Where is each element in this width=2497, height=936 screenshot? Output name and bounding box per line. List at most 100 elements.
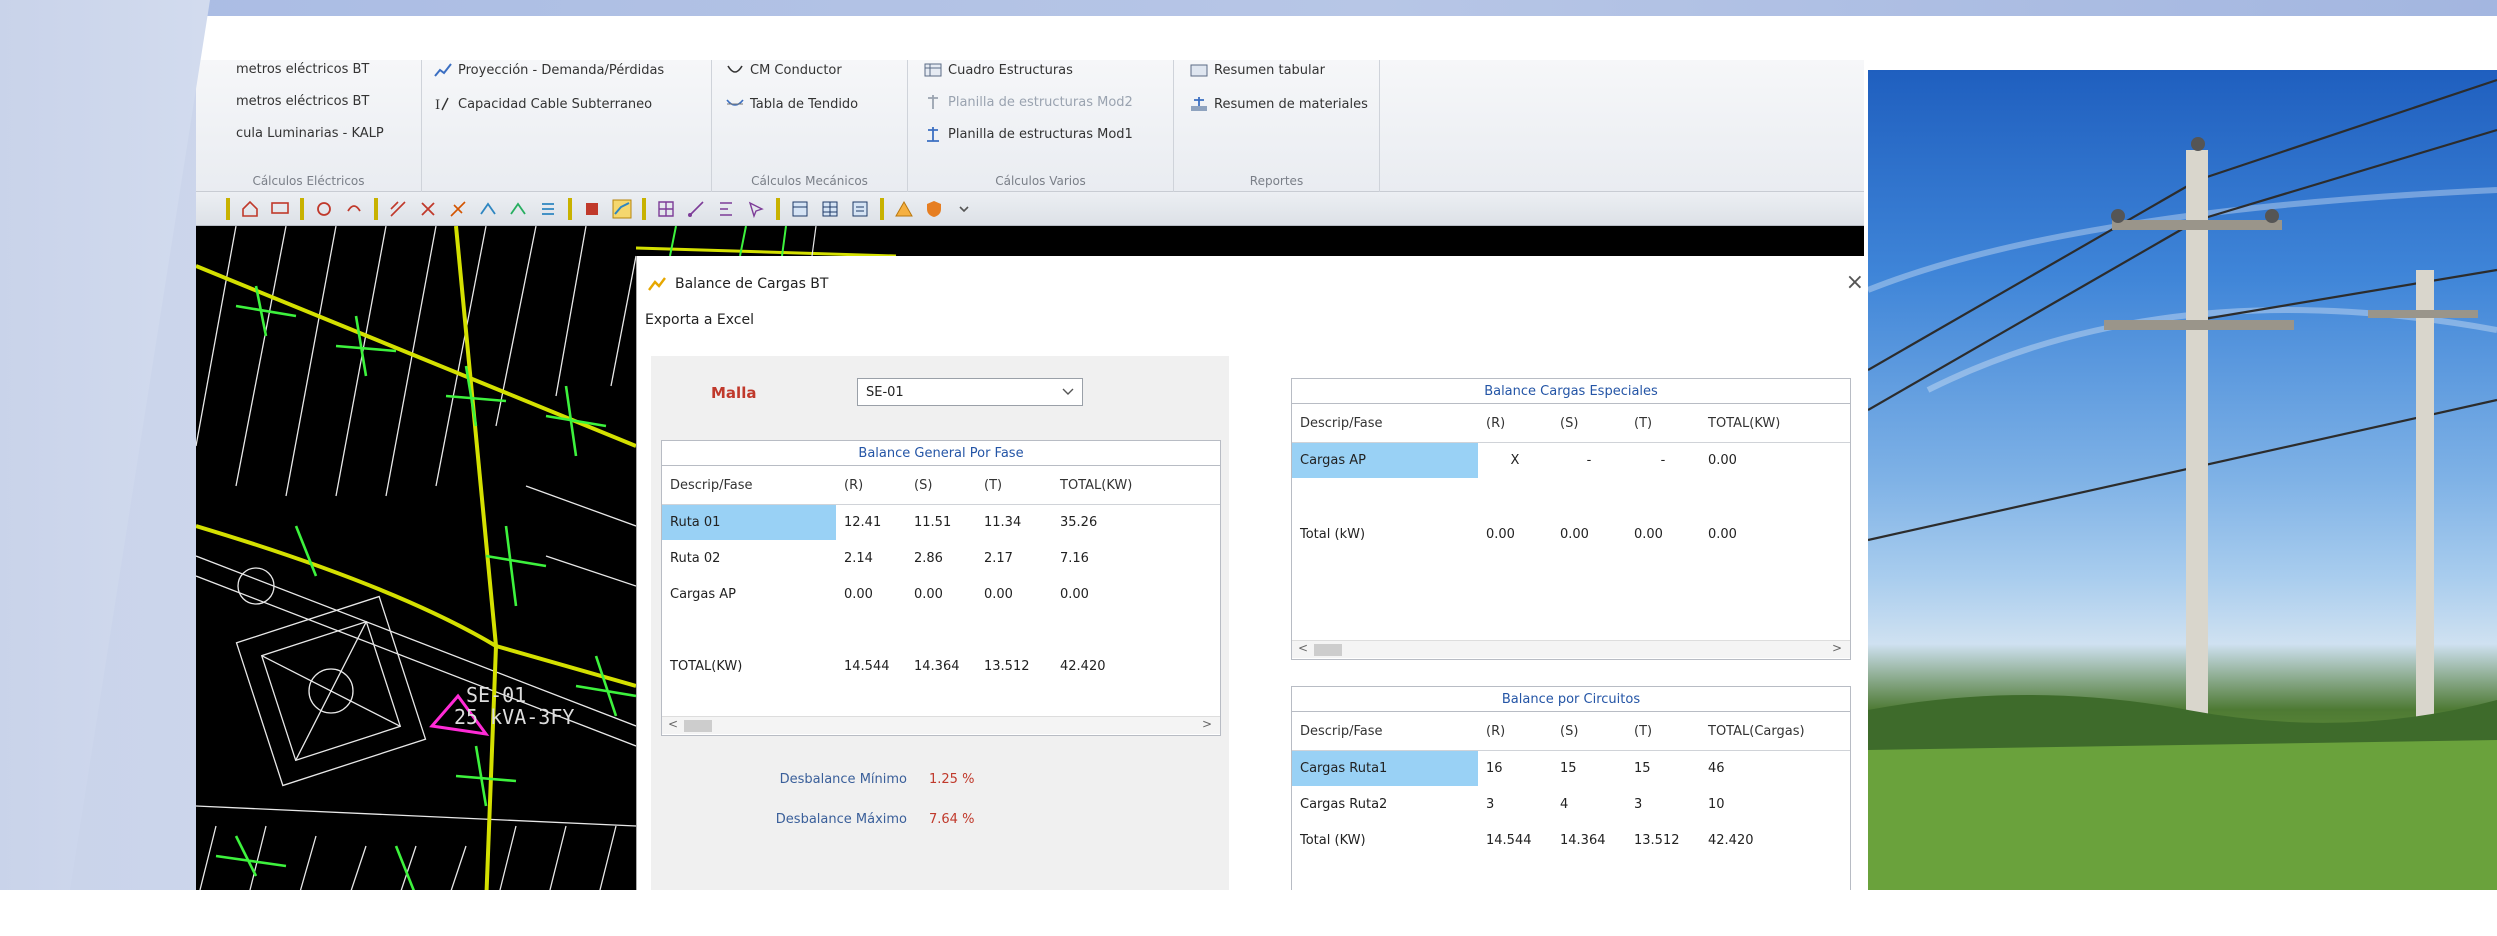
especiales-caption: Balance Cargas Especiales — [1291, 378, 1851, 404]
stop-icon[interactable] — [582, 199, 602, 219]
toolbar-separator — [300, 197, 304, 220]
refresh-icon[interactable] — [314, 199, 334, 219]
svg-text:I: I — [435, 98, 440, 112]
curve-icon — [727, 65, 743, 73]
general-caption: Balance General Por Fase — [661, 440, 1221, 466]
chevron-right-icon[interactable]: > — [1202, 717, 1212, 731]
ribbon-item-capacidad-cable[interactable]: I Capacidad Cable Subterraneo — [434, 96, 652, 113]
toolbar-separator — [374, 197, 378, 220]
ribbon-group-electricos: metros eléctricos BT metros eléctricos B… — [196, 60, 422, 192]
ribbon-item-resumen-tabular[interactable]: Resumen tabular — [1190, 62, 1325, 78]
table-icon[interactable] — [820, 199, 840, 219]
ribbon-item-luminarias[interactable]: cula Luminarias - KALP — [236, 126, 384, 141]
ribbon-item-cuadro-estructuras[interactable]: Cuadro Estructuras — [924, 62, 1073, 78]
table-icon — [924, 63, 942, 77]
table-row[interactable]: Ruta 01 12.41 11.51 11.34 35.26 — [662, 504, 1220, 540]
table-row[interactable] — [662, 612, 1220, 648]
ribbon-item-cm-conductor[interactable]: CM Conductor — [726, 62, 842, 78]
ribbon-group-label: Cálculos Eléctricos — [252, 174, 365, 188]
table-row[interactable]: Ruta 02 2.14 2.86 2.17 7.16 — [662, 540, 1220, 576]
ribbon-item-parametros-1[interactable]: metros eléctricos BT — [236, 62, 369, 77]
warning-icon[interactable] — [894, 199, 914, 219]
delete-line-icon[interactable] — [418, 199, 438, 219]
table-header: Descrip/Fase (R) (S) (T) TOTAL(KW) — [662, 468, 1220, 505]
chevron-down-icon[interactable] — [954, 199, 974, 219]
malla-label: Malla — [711, 384, 757, 402]
report-sheet-icon[interactable] — [850, 199, 870, 219]
undo-icon[interactable] — [344, 199, 364, 219]
ribbon-item-planilla-mod2[interactable]: Planilla de estructuras Mod2 — [924, 94, 1133, 110]
sag-icon — [726, 99, 744, 106]
split-line-icon[interactable] — [448, 199, 468, 219]
table-row[interactable]: Cargas AP X - - 0.00 — [1292, 442, 1850, 478]
monitor-icon[interactable] — [270, 199, 290, 219]
table-row[interactable]: TOTAL(KW) 14.544 14.364 13.512 42.420 — [662, 648, 1220, 684]
utility-poles-illustration — [1868, 78, 2497, 890]
menu-exporta-excel[interactable]: Exporta a Excel — [645, 312, 754, 328]
toolbar-separator — [568, 197, 572, 220]
house-icon[interactable] — [240, 199, 260, 219]
select-icon[interactable] — [746, 199, 766, 219]
utility-poles-photo — [1868, 70, 2497, 890]
chevron-right-icon[interactable]: > — [1832, 641, 1842, 655]
table-row[interactable]: Cargas Ruta1 16 15 15 46 — [1292, 750, 1850, 786]
line-tool-icon[interactable] — [388, 199, 408, 219]
cad-map — [196, 226, 636, 890]
scroll-thumb[interactable] — [684, 720, 712, 732]
substation-label: SE-01 — [466, 683, 527, 707]
align-icon[interactable] — [716, 199, 736, 219]
general-table: Descrip/Fase (R) (S) (T) TOTAL(KW) Ruta … — [662, 468, 1220, 684]
especiales-table: Descrip/Fase (R) (S) (T) TOTAL(KW) Carga… — [1292, 406, 1850, 560]
toolbar-separator — [776, 197, 780, 220]
circuitos-caption: Balance por Circuitos — [1291, 686, 1851, 712]
ribbon-group-proyeccion: Proyección - Demanda/Pérdidas I Capacida… — [422, 60, 712, 192]
ribbon-item-parametros-2[interactable]: metros eléctricos BT — [236, 94, 369, 109]
pole-icon — [927, 127, 939, 142]
scroll-thumb[interactable] — [1314, 644, 1342, 656]
node-add-icon[interactable] — [508, 199, 528, 219]
top-band — [0, 0, 2497, 18]
sheet-icon[interactable] — [790, 199, 810, 219]
balance-cargas-icon[interactable] — [612, 199, 632, 219]
table-row[interactable]: Total (KW) 14.544 14.364 13.512 42.420 — [1292, 822, 1850, 858]
ribbon-group-label: Cálculos Varios — [995, 174, 1086, 188]
list-icon[interactable] — [538, 199, 558, 219]
ribbon-group-label: Cálculos Mecánicos — [751, 174, 868, 188]
toolbar — [196, 192, 1864, 226]
pole-icon — [928, 95, 938, 109]
table-header: Descrip/Fase (R) (S) (T) TOTAL(Cargas) — [1292, 714, 1850, 751]
cad-drawing-area[interactable]: SE-01 25 kVA-3FY — [196, 226, 636, 890]
bottom-band — [0, 890, 2497, 936]
ribbon: metros eléctricos BT metros eléctricos B… — [196, 60, 1864, 192]
chart-icon — [434, 63, 452, 77]
toolbar-separator — [642, 197, 646, 220]
malla-select[interactable]: SE-01 — [857, 378, 1083, 406]
desbalance-minimo-label: Desbalance Mínimo — [779, 772, 907, 787]
ribbon-group-reportes: Resumen tabular Resumen de materiales Re… — [1174, 60, 1380, 192]
ribbon-group-mecanicos: CM Conductor Tabla de Tendido Cálculos M… — [712, 60, 908, 192]
ribbon-item-proyeccion[interactable]: Proyección - Demanda/Pérdidas — [434, 62, 664, 78]
balance-cargas-icon — [648, 277, 666, 291]
table-header: Descrip/Fase (R) (S) (T) TOTAL(KW) — [1292, 406, 1850, 443]
table-row[interactable]: Cargas AP 0.00 0.00 0.00 0.00 — [662, 576, 1220, 612]
grid-tool-icon[interactable] — [656, 199, 676, 219]
horizontal-scrollbar[interactable]: < > — [1292, 640, 1850, 658]
chevron-left-icon[interactable]: < — [668, 717, 678, 731]
desbalance-minimo-value: 1.25 % — [929, 772, 975, 787]
ribbon-item-planilla-mod1[interactable]: Planilla de estructuras Mod1 — [924, 126, 1133, 142]
table-row[interactable]: Total (kW) 0.00 0.00 0.00 0.00 — [1292, 478, 1850, 560]
ribbon-item-tabla-tendido[interactable]: Tabla de Tendido — [726, 96, 858, 112]
balance-cargas-dialog: Balance de Cargas BT × Exporta a Excel M… — [636, 256, 1864, 890]
ribbon-group-label: Reportes — [1249, 174, 1304, 188]
measure-icon[interactable] — [686, 199, 706, 219]
desbalance-maximo-value: 7.64 % — [929, 812, 975, 827]
horizontal-scrollbar[interactable]: < > — [662, 716, 1220, 734]
report-icon — [1190, 64, 1208, 77]
node-icon[interactable] — [478, 199, 498, 219]
close-icon[interactable]: × — [1846, 270, 1864, 295]
shield-icon[interactable] — [924, 199, 944, 219]
table-row[interactable]: Cargas Ruta2 3 4 3 10 — [1292, 786, 1850, 822]
ribbon-item-resumen-materiales[interactable]: Resumen de materiales — [1190, 96, 1368, 112]
chevron-left-icon[interactable]: < — [1298, 641, 1308, 655]
chevron-down-icon — [1062, 388, 1074, 395]
